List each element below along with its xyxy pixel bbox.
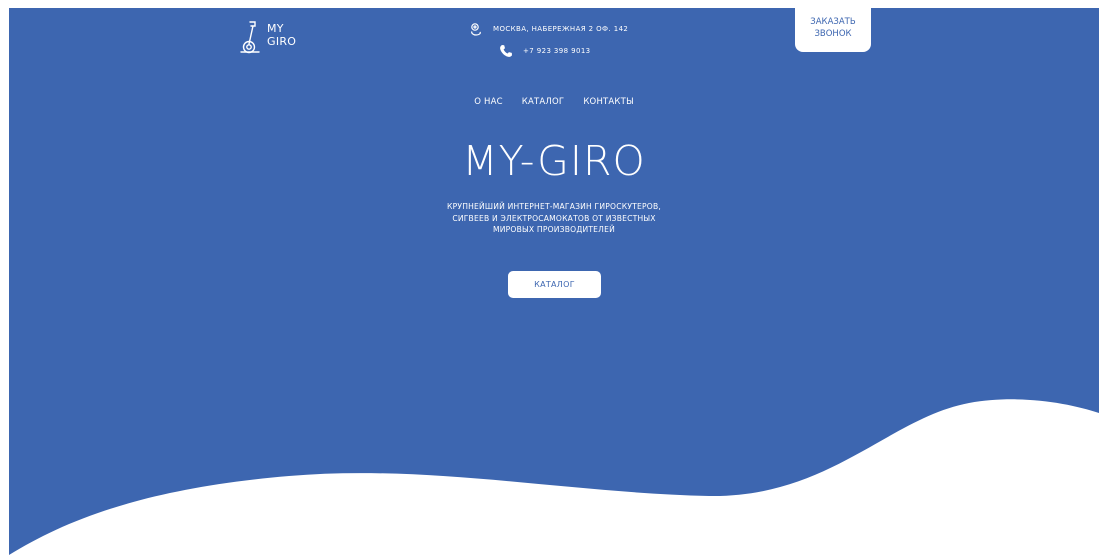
subtitle-line-2: СИГВЕЕВ И ЭЛЕКТРОСАМОКАТОВ ОТ ИЗВЕСТНЫХ: [452, 213, 656, 223]
address-row: МОСКВА, НАБЕРЕЖНАЯ 2 ОФ. 142: [469, 20, 628, 38]
nav-item-about[interactable]: О НАС: [474, 97, 503, 107]
logo-text: MY GIRO: [267, 22, 296, 48]
subtitle-line-3: МИРОВЫХ ПРОИЗВОДИТЕЛЕЙ: [493, 225, 615, 234]
nav-item-contacts[interactable]: КОНТАКТЫ: [583, 97, 633, 107]
nav-item-catalog[interactable]: КАТАЛОГ: [522, 97, 565, 107]
hero-subtitle: КРУПНЕЙШИЙ ИНТЕРНЕТ-МАГАЗИН ГИРОСКУТЕРОВ…: [399, 201, 709, 236]
subtitle-line-1: КРУПНЕЙШИЙ ИНТЕРНЕТ-МАГАЗИН ГИРОСКУТЕРОВ…: [447, 202, 661, 211]
logo-line-1: MY: [267, 22, 284, 35]
hero-title: MY-GIRO: [462, 137, 646, 185]
request-callback-button[interactable]: ЗАКАЗАТЬ ЗВОНОК: [795, 8, 871, 52]
callback-line-1: ЗАКАЗАТЬ: [810, 17, 856, 27]
callback-line-2: ЗВОНОК: [814, 29, 852, 39]
phone-text: +7 923 398 9013: [523, 47, 591, 55]
phone-icon: [500, 45, 512, 57]
hero-section: MY GIRO МОСКВА, НАБЕРЕЖНАЯ 2 ОФ. 142 +7 …: [9, 8, 1099, 555]
main-nav: О НАС КАТАЛОГ КОНТАКТЫ: [9, 97, 1099, 107]
catalog-button[interactable]: КАТАЛОГ: [508, 271, 601, 298]
phone-row[interactable]: +7 923 398 9013: [469, 42, 628, 60]
address-text: МОСКВА, НАБЕРЕЖНАЯ 2 ОФ. 142: [493, 25, 629, 33]
logo-line-2: GIRO: [267, 35, 297, 48]
gyroscooter-icon: [240, 21, 260, 54]
site-logo[interactable]: MY GIRO: [239, 20, 296, 54]
contacts-block: МОСКВА, НАБЕРЕЖНАЯ 2 ОФ. 142 +7 923 398 …: [469, 20, 628, 60]
location-icon: [471, 23, 481, 36]
